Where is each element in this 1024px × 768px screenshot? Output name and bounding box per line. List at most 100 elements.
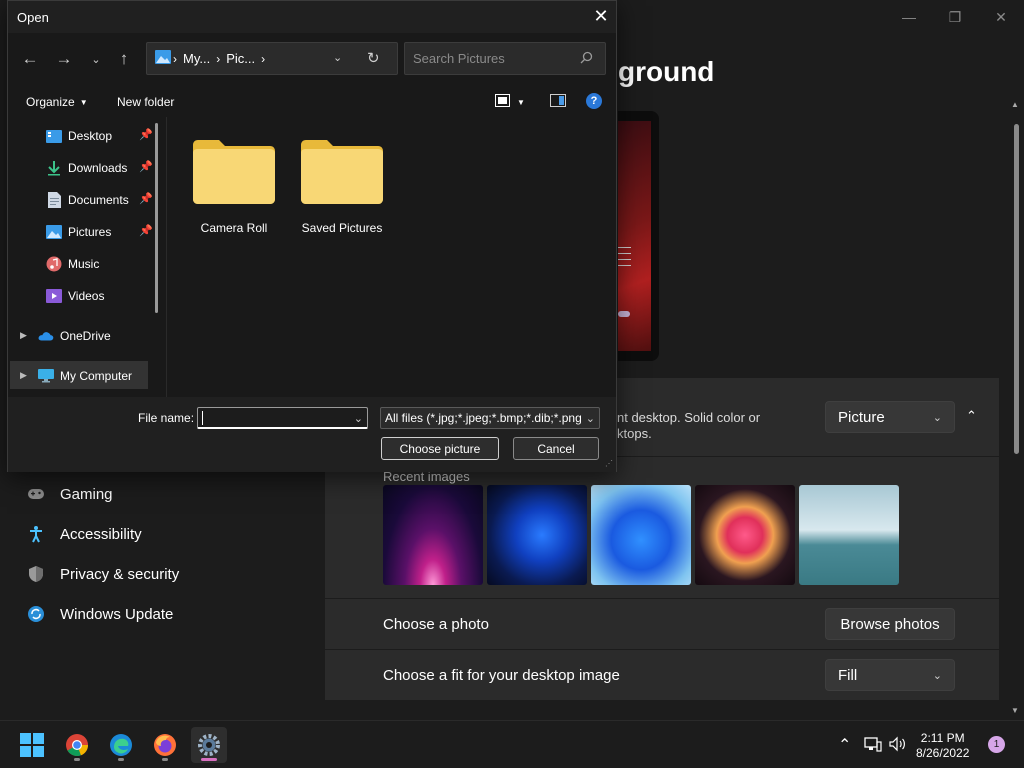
clock[interactable]: 2:11 PM 8/26/2022 — [916, 731, 969, 761]
chevron-down-icon[interactable]: ⌄ — [354, 412, 363, 425]
pictures-icon — [46, 224, 62, 240]
sidebar-label: Documents — [68, 193, 129, 207]
help-icon: ? — [586, 93, 602, 109]
nav-item-gaming[interactable]: Gaming — [26, 480, 113, 508]
preview-pane-button[interactable] — [550, 94, 566, 107]
clock-date: 8/26/2022 — [916, 746, 970, 760]
sidebar-item-downloads[interactable]: Downloads 📌 — [46, 155, 153, 181]
onedrive-icon — [38, 328, 54, 344]
fit-value: Fill — [838, 666, 858, 684]
volume-icon[interactable] — [889, 736, 907, 757]
edge-icon — [110, 734, 132, 756]
fit-dropdown[interactable]: Fill ⌄ — [825, 659, 955, 691]
background-description: nt desktop. Solid color or ktops. — [617, 410, 761, 441]
background-type-dropdown[interactable]: Picture ⌄ — [825, 401, 955, 433]
sidebar-item-desktop[interactable]: Desktop 📌 — [46, 123, 153, 149]
network-icon[interactable] — [864, 736, 882, 757]
refresh-icon[interactable]: ↻ — [367, 49, 380, 67]
recent-image-lake[interactable] — [799, 485, 899, 585]
sidebar-item-my-computer[interactable]: My Computer — [38, 363, 132, 389]
start-button[interactable] — [14, 727, 50, 763]
file-type-value: All files (*.jpg;*.jpeg;*.bmp;*.dib;*.pn… — [385, 411, 582, 425]
search-input[interactable]: Search Pictures — [404, 42, 606, 75]
breadcrumb-chevron-icon: › — [216, 51, 221, 66]
expand-chevron-icon[interactable]: ▶ — [20, 330, 27, 341]
show-hidden-icons-chevron-icon[interactable]: ⌃ — [838, 735, 851, 755]
sidebar-item-onedrive[interactable]: OneDrive — [38, 323, 111, 349]
sidebar-item-videos[interactable]: Videos — [46, 283, 104, 309]
nav-item-accessibility[interactable]: Accessibility — [26, 520, 142, 548]
recent-image-glow[interactable] — [383, 485, 483, 585]
back-arrow-icon[interactable]: ← — [19, 48, 41, 70]
nav-item-privacy[interactable]: Privacy & security — [26, 560, 179, 588]
help-button[interactable]: ? — [586, 93, 602, 109]
fit-label: Choose a fit for your desktop image — [383, 667, 620, 684]
file-name-input[interactable]: ⌄ — [197, 407, 368, 429]
desktop-icon — [46, 128, 62, 144]
nav-label: Gaming — [60, 485, 113, 503]
recent-image-flow[interactable] — [695, 485, 795, 585]
new-folder-button[interactable]: New folder — [117, 95, 174, 109]
gaming-icon — [26, 484, 46, 504]
sidebar-item-documents[interactable]: Documents 📌 — [46, 187, 153, 213]
taskbar-app-settings[interactable] — [191, 727, 227, 763]
pictures-location-icon — [155, 50, 171, 67]
recent-image-bloom-light[interactable] — [591, 485, 691, 585]
music-icon — [46, 256, 62, 272]
text-caret — [202, 411, 203, 425]
folder-saved-pictures[interactable]: Saved Pictures — [294, 139, 390, 235]
folder-camera-roll[interactable]: Camera Roll — [186, 139, 282, 235]
taskbar-app-chrome[interactable] — [59, 727, 95, 763]
forward-arrow-icon[interactable]: → — [53, 48, 75, 70]
videos-icon — [46, 288, 62, 304]
breadcrumb-segment[interactable]: Pic... — [226, 51, 255, 66]
recent-image-bloom-dark[interactable] — [487, 485, 587, 585]
scroll-down-arrow[interactable]: ▼ — [1011, 706, 1019, 715]
notification-badge[interactable]: 1 — [988, 736, 1005, 753]
nav-label: Accessibility — [60, 525, 142, 543]
sidebar-label: OneDrive — [60, 329, 111, 343]
maximize-button[interactable]: ❐ — [932, 6, 978, 28]
settings-icon — [198, 734, 220, 756]
desktop-preview — [618, 111, 659, 361]
resize-grip-icon[interactable]: ⋰ — [605, 459, 613, 468]
taskbar-app-edge[interactable] — [103, 727, 139, 763]
up-arrow-icon[interactable]: ↑ — [113, 48, 135, 70]
browse-photos-button[interactable]: Browse photos — [825, 608, 955, 640]
file-type-select[interactable]: All files (*.jpg;*.jpeg;*.bmp;*.dib;*.pn… — [380, 407, 600, 429]
caret-down-icon: ▼ — [517, 97, 525, 107]
pane-divider[interactable] — [166, 117, 167, 397]
taskbar-app-firefox[interactable] — [147, 727, 183, 763]
scrollbar-thumb[interactable] — [1014, 124, 1019, 454]
clock-time: 2:11 PM — [920, 731, 965, 745]
sidebar-scrollbar[interactable] — [155, 123, 158, 313]
recent-locations-chevron-icon[interactable]: ⌄ — [85, 48, 107, 70]
running-indicator-active — [201, 758, 217, 761]
nav-item-windows-update[interactable]: Windows Update — [26, 600, 173, 628]
scroll-up-arrow[interactable]: ▲ — [1011, 100, 1019, 109]
view-menu[interactable]: ▼ — [495, 94, 525, 110]
minimize-button[interactable]: — — [886, 6, 932, 28]
sidebar-label: Downloads — [68, 161, 128, 175]
expand-chevron-icon[interactable]: ▶ — [20, 370, 27, 381]
documents-icon — [46, 192, 62, 208]
organize-menu[interactable]: Organize ▼ — [26, 95, 88, 109]
accessibility-icon — [26, 524, 46, 544]
dialog-footer: File name: ⌄ All files (*.jpg;*.jpeg;*.b… — [8, 397, 616, 472]
close-window-button[interactable]: ✕ — [978, 6, 1024, 28]
address-dropdown-chevron-icon[interactable]: ⌄ — [333, 51, 342, 64]
page-title: ground — [618, 56, 715, 87]
sidebar-item-pictures[interactable]: Pictures 📌 — [46, 219, 153, 245]
running-indicator — [74, 758, 80, 761]
pin-icon: 📌 — [139, 193, 153, 205]
choose-picture-button[interactable]: Choose picture — [381, 437, 499, 460]
folder-icon — [193, 140, 275, 204]
sidebar-item-music[interactable]: Music — [46, 251, 99, 277]
address-bar[interactable]: › My... › Pic... › ⌄ ↻ — [146, 42, 398, 75]
cancel-button[interactable]: Cancel — [513, 437, 599, 460]
collapse-chevron-up-icon[interactable]: ⌃ — [966, 408, 984, 426]
breadcrumb-segment[interactable]: My... — [183, 51, 210, 66]
dialog-close-button[interactable]: ✕ — [590, 5, 612, 27]
chevron-down-icon: ⌄ — [932, 411, 942, 424]
pin-icon: 📌 — [139, 161, 153, 173]
